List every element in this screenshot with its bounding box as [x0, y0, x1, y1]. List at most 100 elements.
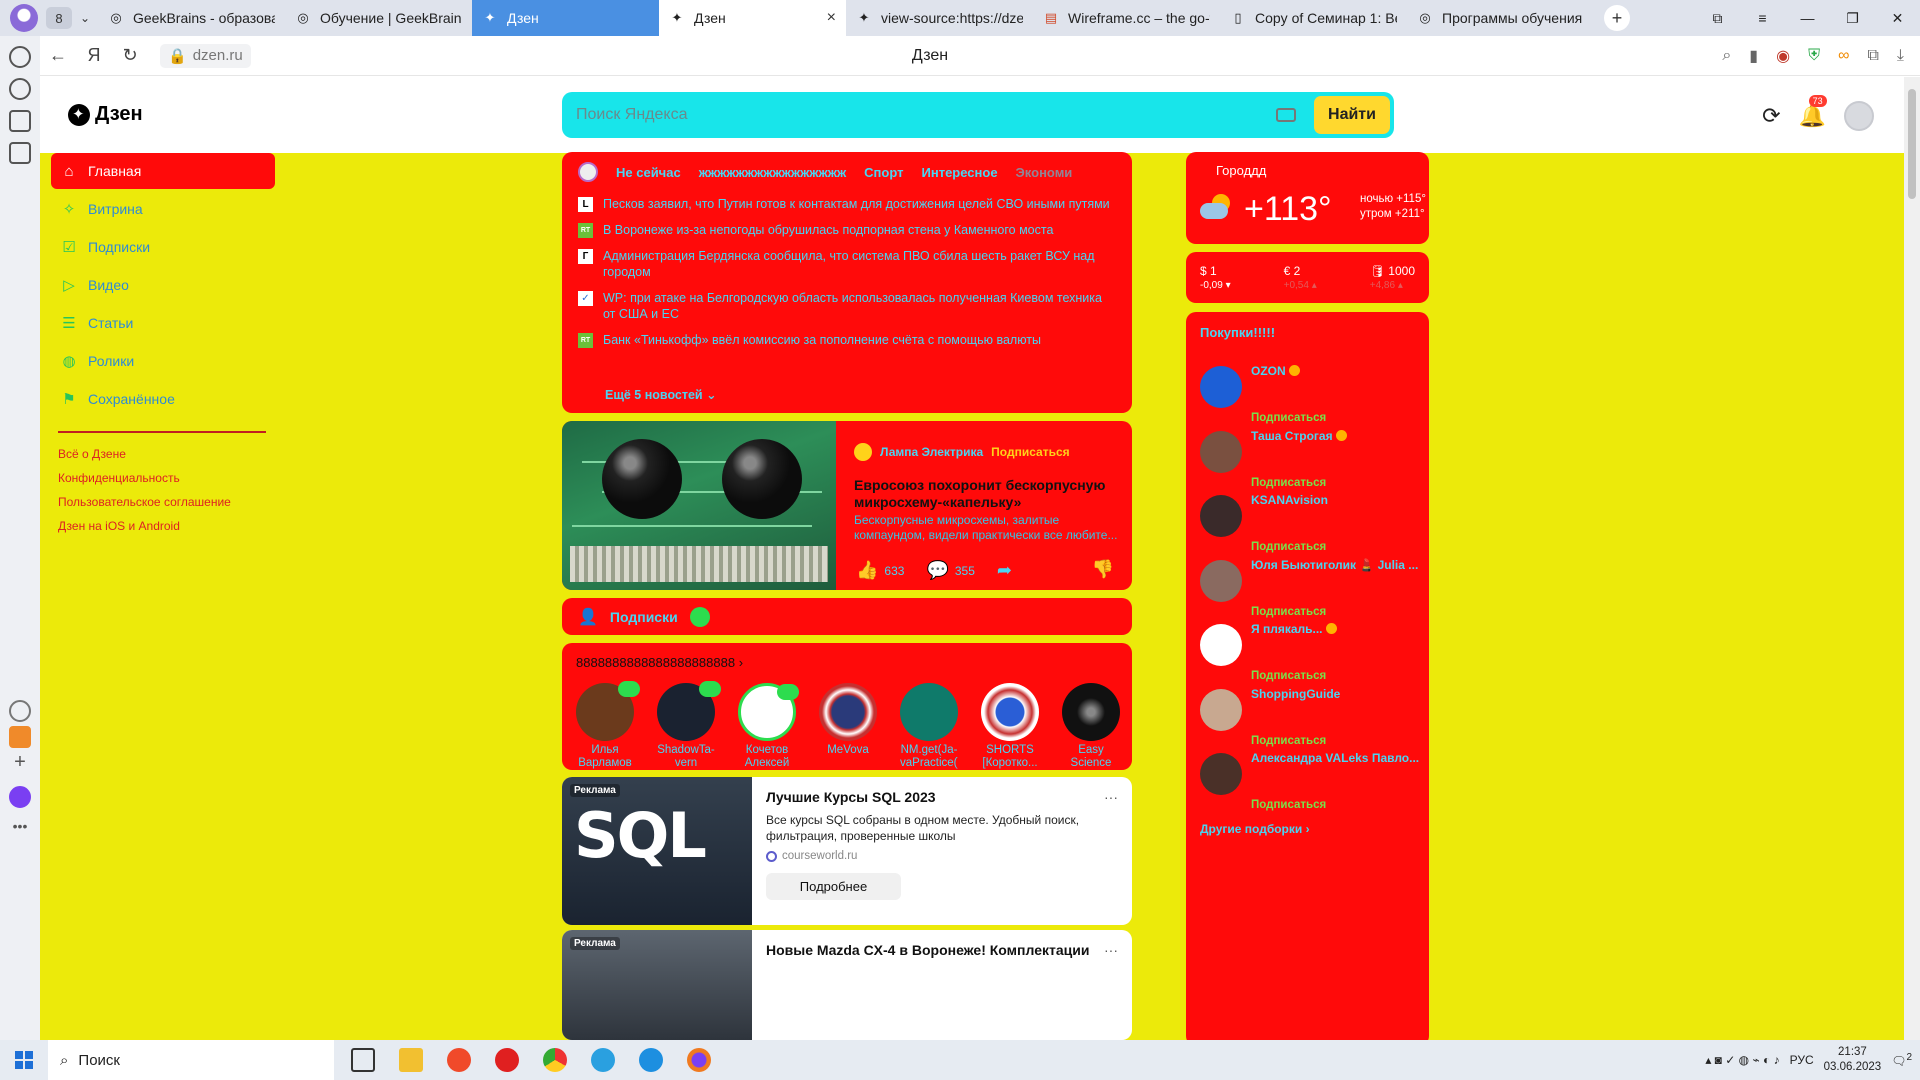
taskbar-search[interactable]: ⌕ Поиск [48, 1040, 334, 1080]
scrollbar-thumb[interactable] [1908, 89, 1916, 199]
extension-icon[interactable]: ∞ [1838, 47, 1849, 65]
download-icon[interactable]: ⤓ [1897, 47, 1904, 65]
tab-geekbrains-2[interactable]: ◎ Обучение | GeekBrains [285, 0, 472, 36]
tab-interesting[interactable]: Интересное [922, 165, 998, 180]
search-input[interactable] [566, 106, 1276, 124]
close-icon[interactable]: × [827, 9, 836, 27]
sidebar-item-articles[interactable]: ☰ Статьи [51, 305, 281, 341]
tab-sport[interactable]: Спорт [864, 165, 903, 180]
tray-icons[interactable]: ▴ ◙ ✓ ◍ ⌁ ◐ ♪ [1705, 1053, 1779, 1067]
more-news-button[interactable]: Ещё 5 новостей ⌄ [605, 387, 717, 402]
subscribe-link[interactable]: Подписаться [1251, 799, 1326, 811]
share-button[interactable]: ➦ [997, 560, 1012, 581]
back-icon[interactable]: ← [40, 45, 76, 66]
mail-icon[interactable] [9, 726, 31, 748]
more-icon[interactable]: ••• [9, 818, 31, 840]
windows-start-icon[interactable] [0, 1051, 48, 1069]
subscribe-link[interactable]: Подписаться [1251, 670, 1326, 682]
ad-details-button[interactable]: Подробнее [766, 873, 901, 900]
link-terms[interactable]: Пользовательское соглашение [58, 495, 281, 509]
skype-icon[interactable] [634, 1043, 668, 1077]
history-icon[interactable] [9, 46, 31, 68]
news-item[interactable]: Г Администрация Бердянска сообщила, что с… [578, 248, 1113, 280]
news-item[interactable]: RT В Воронеже из-за непогоды обрушилась п… [578, 222, 1113, 238]
sidebar-item-saved[interactable]: ⚑ Сохранённое [51, 381, 281, 417]
close-window-icon[interactable]: ✕ [1875, 10, 1920, 27]
shield-icon[interactable]: ⛨ [1808, 47, 1820, 65]
sidebar-item-home[interactable]: ⌂ Главная [51, 153, 275, 189]
article-card[interactable]: Лампа Электрика Подписаться Евросоюз пох… [562, 421, 1132, 590]
reload-icon[interactable]: ↻ [112, 45, 148, 66]
other-collections-link[interactable]: Другие подборки › [1200, 822, 1310, 836]
chrome-icon[interactable] [538, 1043, 572, 1077]
dzen-logo[interactable]: Дзен [68, 103, 143, 126]
alice-icon[interactable] [9, 786, 31, 808]
news-item[interactable]: RT Банк «Тинькофф» ввёл комиссию за попол… [578, 332, 1113, 348]
tab-wireframe[interactable]: ▤ Wireframe.cc – the go-to [1033, 0, 1220, 36]
subscribe-link[interactable]: Подписаться [1251, 412, 1326, 424]
link-apps[interactable]: Дзен на iOS и Android [58, 519, 281, 533]
like-button[interactable]: 👍 633 [856, 560, 904, 581]
nine-icon[interactable] [9, 110, 31, 132]
tab-seminar[interactable]: ▯ Copy of Семинар 1: Веб [1220, 0, 1407, 36]
bookmark-icon[interactable]: ▮ [1749, 46, 1758, 66]
sidebar-item-video[interactable]: ▷ Видео [51, 267, 281, 303]
tab-dzen-active[interactable]: ✦ Дзен × [659, 0, 846, 36]
sidebar-item-subscriptions[interactable]: ☑ Подписки [51, 229, 281, 265]
ad-title[interactable]: Новые Mazda CX-4 в Воронеже! Комплектаци… [766, 942, 1116, 958]
tab-view-source[interactable]: ✦ view-source:https://dzen [846, 0, 1033, 36]
channel-item[interactable]: NM.get(Ja-vaPractice(); [900, 683, 958, 770]
scrollbar[interactable] [1904, 77, 1920, 1040]
rates-widget[interactable]: $ 1 -0,09 ▾ € 2 +0,54 ▴ 🛢 1000 +4,86 ▴ [1186, 252, 1429, 303]
subscribe-link[interactable]: Подписаться [1251, 477, 1326, 489]
yandex-browser-icon[interactable] [490, 1043, 524, 1077]
channel-item[interactable]: ShadowTa-vern [657, 681, 721, 770]
language-indicator[interactable]: РУС [1790, 1053, 1814, 1067]
yandex-icon[interactable] [442, 1043, 476, 1077]
comments-button[interactable]: 💬 355 [926, 560, 974, 581]
link-privacy[interactable]: Конфиденциальность [58, 471, 281, 485]
news-item[interactable]: L Песков заявил, что Путин готов к контак… [578, 196, 1113, 212]
tab-manager-icon[interactable]: ⧉ [1695, 10, 1740, 27]
tab-custom[interactable]: жжжжжжжжжжжжжжжж [699, 165, 846, 180]
play-icon[interactable] [9, 78, 31, 100]
minimize-icon[interactable]: — [1785, 10, 1830, 26]
camera-icon[interactable] [9, 142, 31, 164]
bell-icon[interactable]: 🔔 73 [1799, 95, 1827, 129]
channel-item[interactable]: Кочетов Алексей [738, 683, 799, 770]
ad-card[interactable]: Реклама SQL Лучшие Курсы SQL 2023 Все ку… [562, 777, 1132, 925]
thumb-down-icon[interactable]: 👎 [1092, 559, 1114, 580]
collections-icon[interactable]: ⧉ [1867, 47, 1878, 65]
channel-item[interactable]: Easy Science [1062, 683, 1120, 770]
sidebar-item-showcase[interactable]: ✧ Витрина [51, 191, 281, 227]
emblem-icon[interactable] [9, 700, 31, 722]
tab-geekbrains-1[interactable]: ◎ GeekBrains - образоват [98, 0, 285, 36]
url-field[interactable]: 🔒 dzen.ru [160, 43, 251, 68]
more-options-icon[interactable]: ··· [1104, 942, 1118, 958]
tab-counter[interactable]: 8 [46, 7, 72, 29]
tab-dzen[interactable]: ✦ Дзен [472, 0, 659, 36]
chevron-down-icon[interactable]: ⌄ [72, 11, 98, 25]
channel-item[interactable]: MeVova [819, 683, 877, 770]
ad-title[interactable]: Лучшие Курсы SQL 2023 [766, 789, 1116, 805]
profile-avatar[interactable] [10, 4, 38, 32]
channel-item[interactable]: Илья Варламов [576, 681, 640, 770]
add-icon[interactable]: + [9, 752, 31, 774]
tab-not-now[interactable]: Не сейчас [616, 165, 681, 180]
article-title[interactable]: Евросоюз похоронит бескорпусную микросхе… [854, 477, 1119, 511]
extension-icon[interactable]: ◉ [1776, 46, 1790, 66]
channel-item[interactable]: Александра VALeks Павло... Подписаться [1200, 751, 1420, 830]
tab-programs[interactable]: ◎ Программы обучения [1407, 0, 1594, 36]
avatar[interactable] [1844, 101, 1874, 131]
keyboard-icon[interactable] [1276, 108, 1296, 122]
yandex-icon[interactable]: Я [76, 45, 112, 66]
link-about[interactable]: Всё о Дзене [58, 447, 281, 461]
subscribe-link[interactable]: Подписаться [991, 445, 1069, 459]
search-button[interactable]: Найти [1314, 96, 1390, 134]
tab-economy[interactable]: Экономи [1016, 165, 1073, 180]
new-tab-button[interactable]: + [1604, 5, 1630, 31]
weather-widget[interactable]: Городдд +113° ночью +115° утром +211° [1186, 152, 1429, 244]
more-options-icon[interactable]: ··· [1104, 789, 1118, 805]
sidebar-item-shorts[interactable]: ◍ Ролики [51, 343, 281, 379]
explorer-icon[interactable] [394, 1043, 428, 1077]
